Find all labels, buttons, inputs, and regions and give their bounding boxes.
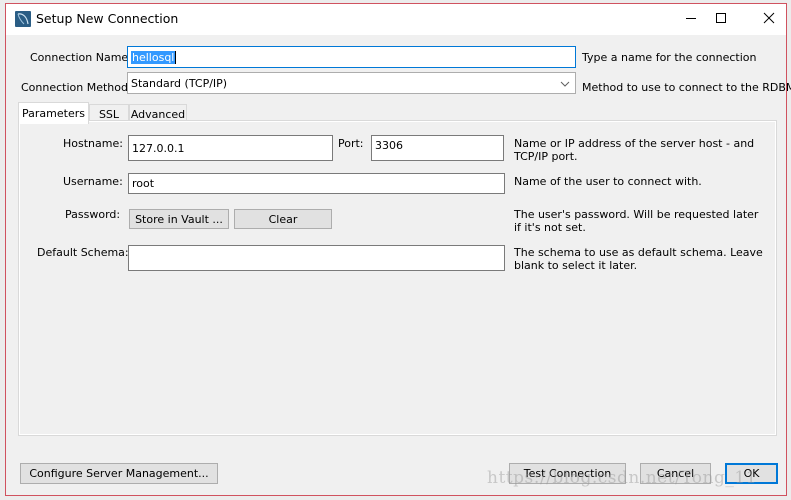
default-schema-input[interactable] — [128, 245, 505, 271]
port-label: Port: — [338, 137, 364, 150]
title-bar[interactable]: Setup New Connection — [6, 4, 786, 35]
username-value: root — [132, 177, 155, 190]
store-in-vault-button[interactable]: Store in Vault ... — [129, 209, 229, 229]
username-label: Username: — [63, 175, 123, 188]
connection-method-label: Connection Method: — [21, 81, 132, 94]
connection-name-label: Connection Name: — [30, 51, 132, 64]
dialog-window: Setup New Connection Connection Name: he… — [5, 3, 791, 496]
chevron-down-icon — [560, 78, 570, 91]
tab-parameters-label: Parameters — [22, 107, 85, 120]
maximize-icon — [715, 12, 727, 27]
connection-method-hint: Method to use to connect to the RDBMS — [582, 81, 791, 94]
connection-method-select[interactable]: Standard (TCP/IP) — [127, 72, 576, 94]
username-hint: Name of the user to connect with. — [514, 175, 702, 188]
parameters-panel — [18, 120, 777, 436]
connection-method-value: Standard (TCP/IP) — [131, 76, 228, 90]
tab-parameters[interactable]: Parameters — [18, 102, 89, 124]
password-label: Password: — [65, 208, 121, 221]
default-schema-hint: The schema to use as default schema. Lea… — [514, 246, 763, 272]
hostname-value: 127.0.0.1 — [132, 141, 185, 155]
minimize-icon — [685, 12, 697, 27]
text-caret — [175, 50, 177, 64]
window-title: Setup New Connection — [36, 11, 179, 26]
connection-name-input[interactable]: hellosql — [127, 46, 576, 68]
port-input[interactable]: 3306 — [371, 135, 504, 161]
username-input[interactable]: root — [128, 173, 505, 194]
configure-server-management-button[interactable]: Configure Server Management... — [20, 463, 218, 484]
maximize-button[interactable] — [698, 4, 744, 35]
connection-name-value: hellosql — [131, 50, 176, 64]
default-schema-label: Default Schema: — [37, 246, 129, 259]
close-button[interactable] — [746, 4, 791, 35]
port-value: 3306 — [375, 139, 403, 152]
ok-button[interactable]: OK — [725, 463, 778, 484]
tab-ssl-label: SSL — [98, 107, 120, 121]
host-hint: Name or IP address of the server host - … — [514, 137, 755, 163]
test-connection-button[interactable]: Test Connection — [509, 463, 626, 484]
connection-name-hint: Type a name for the connection — [582, 51, 757, 64]
hostname-input[interactable]: 127.0.0.1 — [128, 135, 333, 161]
mysql-workbench-icon — [15, 11, 31, 27]
hostname-label: Hostname: — [63, 137, 123, 150]
cancel-button[interactable]: Cancel — [640, 463, 711, 484]
clear-password-button[interactable]: Clear — [234, 209, 332, 229]
close-icon — [763, 12, 775, 27]
tab-advanced-label: Advanced — [130, 107, 186, 121]
password-hint: The user's password. Will be requested l… — [514, 208, 759, 234]
